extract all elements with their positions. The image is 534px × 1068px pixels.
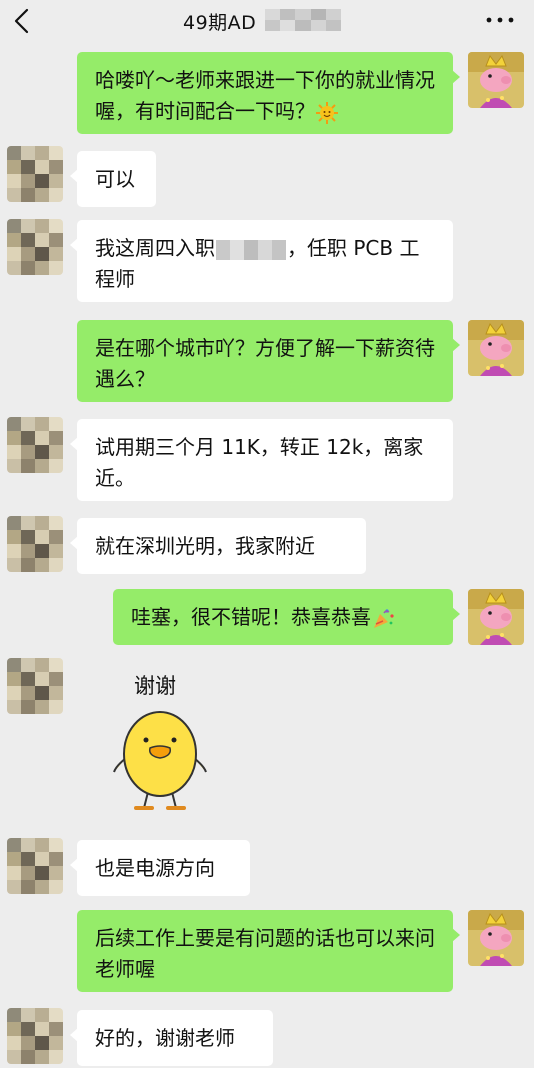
message-text: 就在深圳光明，我家附近: [95, 534, 315, 558]
chat-bubble-outgoing[interactable]: 是在哪个城市吖？方便了解一下薪资待遇么？: [77, 320, 460, 402]
my-avatar[interactable]: [468, 589, 524, 645]
contact-avatar[interactable]: [7, 219, 63, 275]
pig-princess-avatar-icon: [468, 320, 524, 376]
chat-bubble-incoming[interactable]: 可以: [70, 151, 156, 207]
pig-princess-avatar-icon: [468, 52, 524, 108]
my-avatar[interactable]: [468, 320, 524, 376]
sticker-caption: 谢谢: [134, 674, 176, 698]
message-text: 哈喽吖～老师来跟进一下你的就业情况喔，有时间配合一下吗？: [95, 68, 435, 123]
pig-princess-avatar-icon: [468, 589, 524, 645]
message-text: 好的，谢谢老师: [95, 1026, 235, 1050]
chat-bubble-incoming[interactable]: 好的，谢谢老师: [70, 1010, 273, 1066]
contact-avatar[interactable]: [7, 146, 63, 202]
message-text: 是在哪个城市吖？方便了解一下薪资待遇么？: [95, 336, 435, 391]
message-text: 也是电源方向: [95, 856, 215, 880]
yellow-duck-sticker-icon[interactable]: [112, 700, 208, 816]
message-text-part: 我这周四入职: [95, 236, 215, 260]
more-dots-icon[interactable]: [484, 14, 516, 26]
party-popper-emoji-icon: [374, 608, 394, 628]
message-text: 可以: [95, 167, 135, 191]
chat-bubble-incoming[interactable]: 就在深圳光明，我家附近: [70, 518, 366, 574]
my-avatar[interactable]: [468, 52, 524, 108]
chat-title: 49期AD: [183, 12, 257, 34]
chat-bubble-incoming[interactable]: 试用期三个月 11K，转正 12k，离家近。: [70, 419, 453, 501]
contact-avatar[interactable]: [7, 516, 63, 572]
sun-face-emoji-icon: [316, 101, 338, 124]
message-text: 后续工作上要是有问题的话也可以来问老师喔: [95, 926, 435, 981]
chevron-left-icon[interactable]: [8, 6, 36, 36]
contact-avatar[interactable]: [7, 417, 63, 473]
company-redaction-mosaic: [216, 239, 286, 260]
my-avatar[interactable]: [468, 910, 524, 966]
chat-bubble-outgoing[interactable]: 后续工作上要是有问题的话也可以来问老师喔: [77, 910, 460, 992]
chat-bubble-incoming[interactable]: 我这周四入职 ，任职 PCB 工程师: [70, 220, 453, 302]
contact-avatar[interactable]: [7, 1008, 63, 1064]
pig-princess-avatar-icon: [468, 910, 524, 966]
chat-bubble-outgoing[interactable]: 哈喽吖～老师来跟进一下你的就业情况喔，有时间配合一下吗？: [77, 52, 460, 134]
chat-bubble-incoming[interactable]: 也是电源方向: [70, 840, 250, 896]
contact-avatar[interactable]: [7, 838, 63, 894]
title-redaction-mosaic: [265, 9, 341, 31]
message-text: 试用期三个月 11K，转正 12k，离家近。: [95, 435, 424, 490]
message-text: 哇塞，很不错呢！恭喜恭喜: [131, 605, 371, 629]
contact-avatar[interactable]: [7, 658, 63, 714]
chat-header: 49期AD: [0, 0, 534, 44]
chat-bubble-outgoing[interactable]: 哇塞，很不错呢！恭喜恭喜: [113, 589, 460, 645]
